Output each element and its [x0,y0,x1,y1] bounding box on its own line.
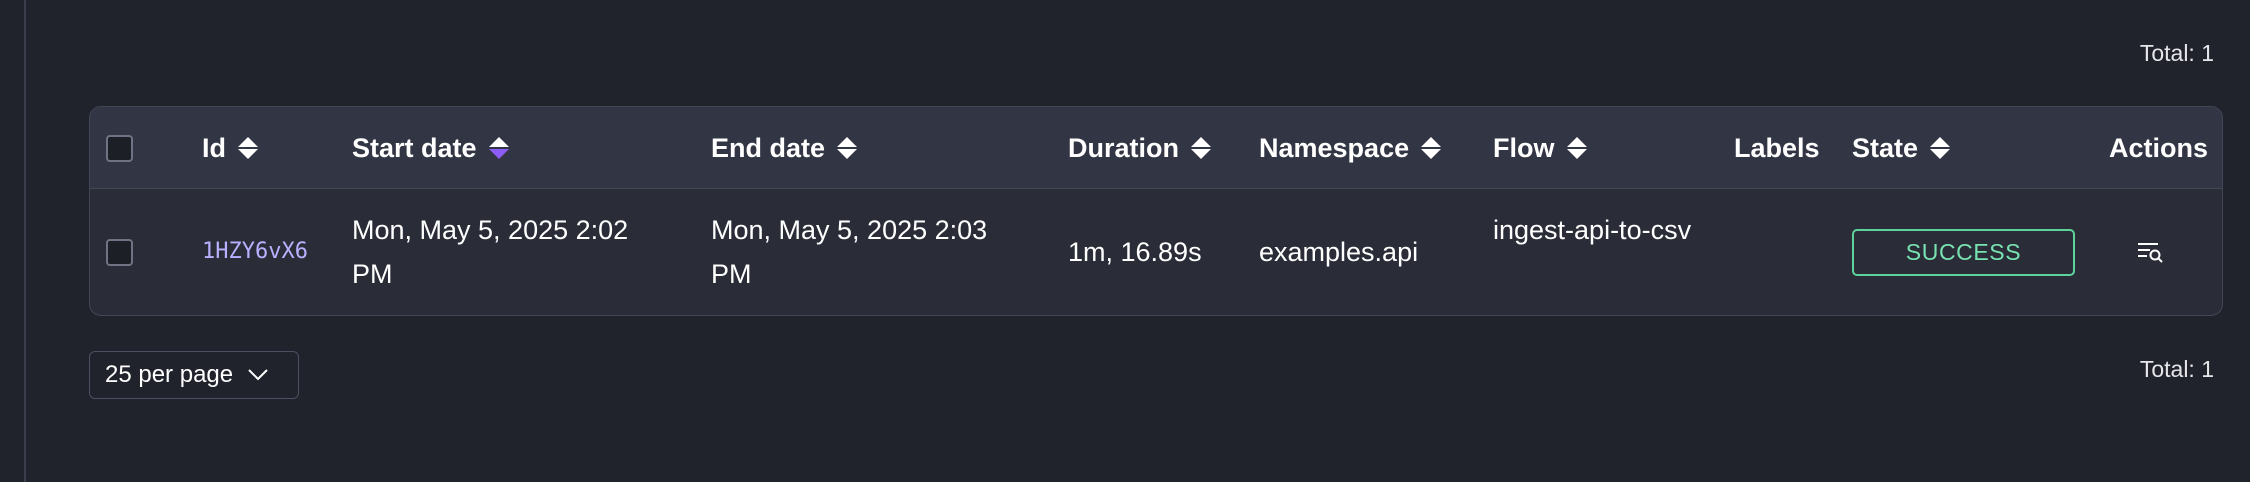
flow-cell: ingest-api-to-csv [1493,189,1703,315]
total-count-bottom: Total: 1 [2139,356,2214,382]
column-header-id-label: Id [202,132,226,163]
column-header-state-label: State [1852,132,1919,163]
column-header-duration-label: Duration [1068,132,1179,163]
row-checkbox[interactable] [106,238,133,266]
namespace-value: examples.api [1259,237,1419,267]
column-header-flow-label: Flow [1493,132,1555,163]
sort-icon[interactable] [1566,137,1587,159]
column-header-namespace-label: Namespace [1259,132,1410,163]
column-header-duration[interactable]: Duration [1068,107,1211,189]
select-all-checkbox[interactable] [106,134,133,162]
view-details-icon[interactable] [2136,238,2164,266]
sort-icon[interactable] [1191,137,1211,159]
sidebar-divider [24,0,26,482]
table-header: Id Start date End date Duration Namespac… [90,107,2222,189]
sort-icon[interactable] [1930,137,1951,159]
end-date-value: Mon, May 5, 2025 2:03 PM [711,215,988,289]
column-header-state[interactable]: State [1852,107,1951,189]
column-header-actions-label: Actions [2109,132,2209,163]
sort-descending-icon[interactable] [488,137,509,159]
column-header-actions: Actions [2109,107,2208,189]
column-header-start-date[interactable]: Start date [352,107,509,189]
column-header-labels: Labels [1734,107,1820,189]
start-date-value: Mon, May 5, 2025 2:02 PM [352,215,629,289]
column-header-labels-label: Labels [1734,132,1820,163]
flow-link[interactable]: ingest-api-to-csv [1493,189,1691,315]
column-header-end-date-label: End date [711,132,826,163]
state-cell: SUCCESS [1852,189,2075,315]
per-page-value: 25 per page [105,361,234,388]
row-select-cell [106,189,133,315]
actions-cell [2109,189,2164,315]
start-date-cell: Mon, May 5, 2025 2:02 PM [352,189,672,315]
sort-icon[interactable] [837,137,858,159]
column-header-end-date[interactable]: End date [711,107,858,189]
column-header-start-date-label: Start date [352,132,477,163]
select-all-cell [106,107,133,189]
executions-page: Total: 1 Id Start date End date Duration [0,0,2250,482]
chevron-down-icon [248,369,268,381]
sort-icon[interactable] [238,137,258,159]
status-badge: SUCCESS [1852,228,2075,276]
duration-value: 1m, 16.89s [1068,237,1202,267]
end-date-cell: Mon, May 5, 2025 2:03 PM [711,189,1031,315]
table-row[interactable]: 1HZY6vX6 Mon, May 5, 2025 2:02 PM Mon, M… [90,189,2222,315]
sort-icon[interactable] [1421,137,1442,159]
column-header-id[interactable]: Id [202,107,258,189]
column-header-flow[interactable]: Flow [1493,107,1587,189]
execution-id-link[interactable]: 1HZY6vX6 [202,189,308,315]
column-header-namespace[interactable]: Namespace [1259,107,1442,189]
total-count-top: Total: 1 [2139,40,2214,66]
per-page-select[interactable]: 25 per page [89,351,299,399]
executions-table: Id Start date End date Duration Namespac… [89,106,2223,316]
